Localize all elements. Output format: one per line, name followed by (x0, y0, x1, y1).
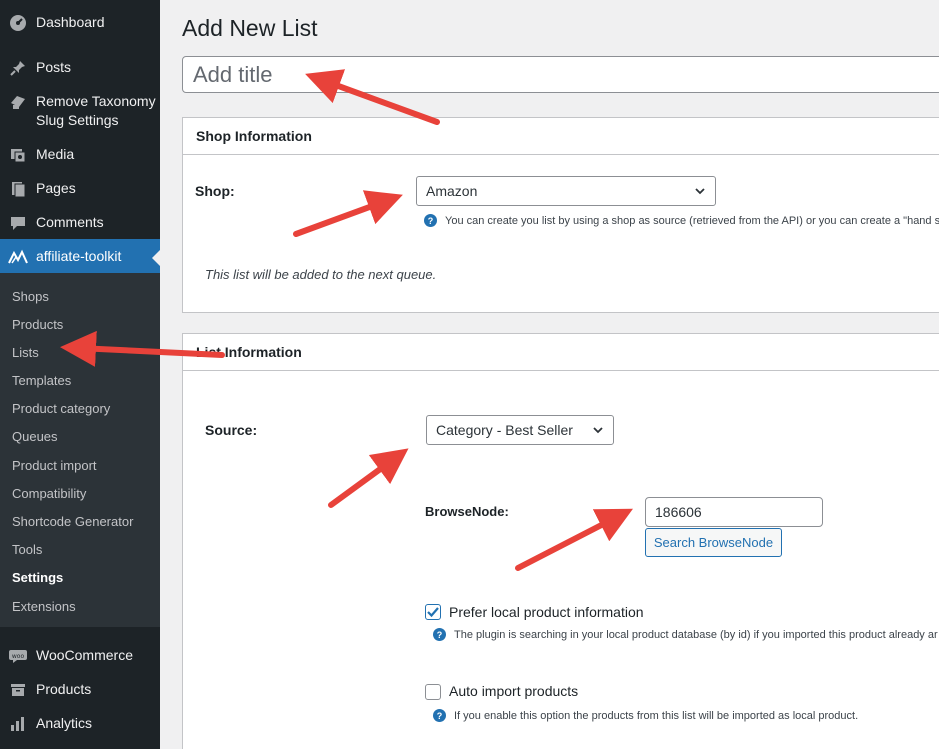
source-select-value: Category - Best Seller (436, 422, 573, 438)
submenu-item-shortcode-generator[interactable]: Shortcode Generator (12, 513, 133, 531)
sidebar-item-pages[interactable]: Pages (0, 179, 160, 199)
checkmark-icon (427, 607, 439, 618)
sidebar-item-label: WooCommerce (36, 647, 133, 663)
shop-select[interactable]: Amazon (416, 176, 716, 206)
search-browsenode-button[interactable]: Search BrowseNode (645, 528, 782, 557)
sidebar-item-comments[interactable]: Comments (0, 213, 160, 233)
auto-import-help-text: If you enable this option the products f… (454, 709, 859, 722)
analytics-icon (8, 714, 28, 734)
sidebar-item-label: Media (36, 146, 75, 162)
submenu-item-tools[interactable]: Tools (12, 541, 42, 559)
auto-import-checkbox[interactable] (425, 684, 441, 700)
shop-information-header: Shop Information (183, 118, 939, 155)
pin-icon (8, 58, 28, 78)
sidebar-item-label: Products (36, 681, 92, 697)
sidebar-item-products[interactable]: Products (0, 680, 160, 700)
help-icon: ? (433, 709, 446, 722)
shop-select-value: Amazon (426, 183, 478, 199)
sidebar-item-affiliate-toolkit[interactable]: affiliate-toolkit (0, 239, 160, 273)
help-icon: ? (433, 628, 446, 641)
prefer-local-help: ? The plugin is searching in your local … (433, 628, 938, 641)
affiliate-toolkit-icon (8, 247, 28, 267)
sidebar-item-analytics[interactable]: Analytics (0, 714, 160, 734)
sidebar-item-label: Posts (36, 59, 72, 75)
woocommerce-icon: woo (8, 646, 28, 666)
submenu-item-lists[interactable]: Lists (12, 344, 39, 362)
submenu-item-compatibility[interactable]: Compatibility (12, 485, 86, 503)
sidebar-item-label: Analytics (36, 715, 93, 731)
shop-label: Shop: (195, 183, 235, 199)
source-select[interactable]: Category - Best Seller (426, 415, 614, 445)
admin-sidebar: Dashboard Posts Remove Taxonomy Slug Set… (0, 0, 160, 749)
active-caret (152, 250, 160, 266)
svg-text:woo: woo (12, 653, 25, 660)
prefer-local-checkbox[interactable] (425, 604, 441, 620)
submenu-item-shops[interactable]: Shops (12, 288, 49, 306)
browsenode-label: BrowseNode: (425, 504, 509, 519)
sidebar-item-remove-taxonomy[interactable]: Remove Taxonomy Slug Settings (0, 92, 160, 132)
sidebar-item-label: Dashboard (36, 14, 105, 30)
submenu-item-settings[interactable]: Settings (12, 569, 63, 587)
prefer-local-help-text: The plugin is searching in your local pr… (454, 628, 938, 641)
dashboard-icon (8, 13, 28, 33)
help-icon: ? (424, 214, 437, 227)
submenu-item-templates[interactable]: Templates (12, 372, 71, 390)
sidebar-item-dashboard[interactable]: Dashboard (0, 13, 160, 33)
shop-help: ? You can create you list by using a sho… (424, 214, 939, 227)
submenu-item-products[interactable]: Products (12, 316, 63, 334)
sidebar-item-woocommerce[interactable]: woo WooCommerce (0, 646, 160, 666)
submenu-item-product-import[interactable]: Product import (12, 457, 97, 475)
comments-icon (8, 213, 28, 233)
title-input[interactable] (182, 56, 939, 93)
auto-import-label: Auto import products (449, 683, 579, 699)
sidebar-item-posts[interactable]: Posts (0, 58, 160, 78)
media-icon (8, 145, 28, 165)
source-label: Source: (205, 422, 258, 438)
queue-note: This list will be added to the next queu… (205, 267, 437, 282)
sidebar-item-label: Comments (36, 214, 104, 230)
shop-help-text: You can create you list by using a shop … (445, 214, 939, 227)
sidebar-item-label: Pages (36, 180, 76, 196)
submenu: Shops Products Lists Templates Product c… (0, 273, 160, 627)
sidebar-item-label: Remove Taxonomy Slug Settings (36, 93, 156, 128)
sidebar-item-media[interactable]: Media (0, 145, 160, 165)
submenu-item-queues[interactable]: Queues (12, 428, 58, 446)
chevron-down-icon (593, 427, 603, 434)
auto-import-help: ? If you enable this option the products… (433, 709, 858, 722)
prefer-local-label: Prefer local product information (449, 604, 644, 620)
pages-icon (8, 179, 28, 199)
sidebar-item-label: affiliate-toolkit (36, 248, 122, 264)
plugin-icon (8, 92, 28, 112)
page-title: Add New List (182, 15, 318, 41)
products-icon (8, 680, 28, 700)
chevron-down-icon (695, 188, 705, 195)
submenu-item-product-category[interactable]: Product category (12, 400, 110, 418)
list-information-header: List Information (183, 334, 939, 371)
submenu-item-extensions[interactable]: Extensions (12, 598, 76, 616)
browsenode-input[interactable] (645, 497, 823, 527)
